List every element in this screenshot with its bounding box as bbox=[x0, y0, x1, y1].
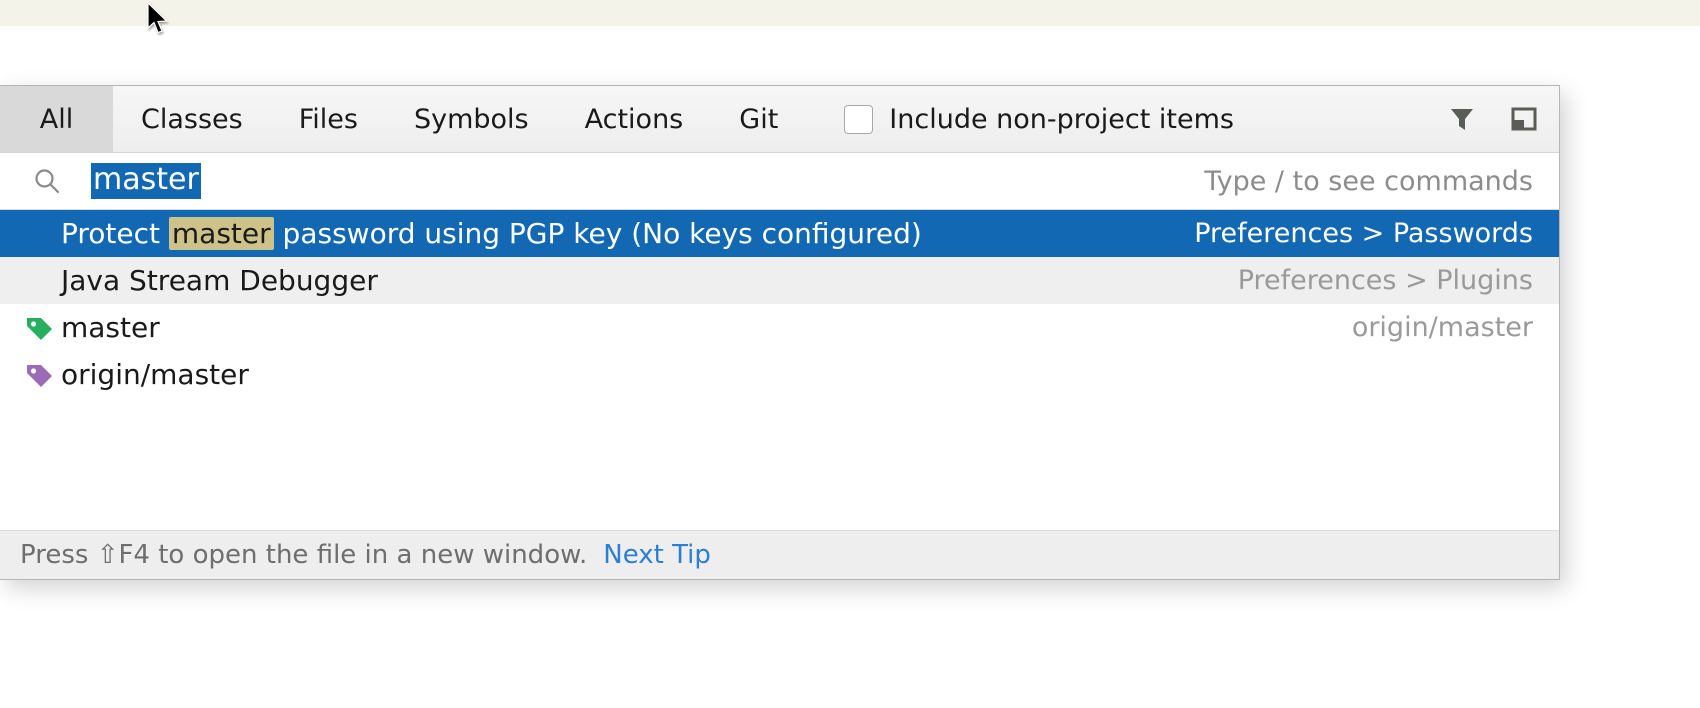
tab-classes[interactable]: Classes bbox=[113, 86, 271, 152]
result-row-3[interactable]: origin/master bbox=[0, 351, 1559, 398]
result-row-0-location: Preferences > Passwords bbox=[1194, 218, 1533, 249]
result-row-2-title-before: master bbox=[61, 311, 160, 344]
tab-git-label: Git bbox=[739, 104, 778, 135]
toolbar-icons bbox=[1445, 86, 1541, 152]
search-everywhere-window: All Classes Files Symbols Actions Git In… bbox=[0, 85, 1560, 580]
tab-all[interactable]: All bbox=[0, 86, 113, 152]
tab-actions[interactable]: Actions bbox=[557, 86, 712, 152]
branch-tag-purple-icon bbox=[17, 359, 61, 391]
result-row-3-title-before: origin/master bbox=[61, 358, 249, 391]
preview-panel-icon[interactable] bbox=[1507, 102, 1541, 136]
result-row-2-title: master bbox=[61, 311, 160, 344]
tab-symbols[interactable]: Symbols bbox=[386, 86, 557, 152]
filter-funnel-icon[interactable] bbox=[1445, 102, 1479, 136]
tab-git[interactable]: Git bbox=[711, 86, 806, 152]
include-non-project-items-checkbox-row[interactable]: Include non-project items bbox=[844, 86, 1234, 152]
tip-text: Press ⇧F4 to open the file in a new wind… bbox=[20, 540, 587, 570]
result-row-1-title-before: Java Stream Debugger bbox=[61, 264, 378, 297]
result-row-0-title-match: master bbox=[169, 217, 274, 250]
result-row-2[interactable]: master origin/master bbox=[0, 304, 1559, 351]
tab-all-label: All bbox=[40, 104, 73, 135]
result-row-2-location: origin/master bbox=[1352, 312, 1533, 343]
tab-files[interactable]: Files bbox=[271, 86, 386, 152]
results-list: Protect master password using PGP key (N… bbox=[0, 210, 1559, 533]
search-icon bbox=[32, 166, 62, 196]
result-row-0-title: Protect master password using PGP key (N… bbox=[61, 217, 922, 250]
search-commands-hint: Type / to see commands bbox=[1204, 166, 1533, 197]
include-non-project-items-checkbox[interactable] bbox=[844, 105, 873, 134]
result-row-1[interactable]: Java Stream Debugger Preferences > Plugi… bbox=[0, 257, 1559, 304]
result-row-0-title-after: password using PGP key (No keys configur… bbox=[274, 217, 922, 250]
result-row-1-location: Preferences > Plugins bbox=[1238, 265, 1533, 296]
next-tip-link[interactable]: Next Tip bbox=[603, 540, 711, 570]
branch-tag-green-icon bbox=[17, 312, 61, 344]
search-input[interactable]: master bbox=[91, 163, 201, 198]
tab-classes-label: Classes bbox=[141, 104, 243, 135]
desktop-background-strip bbox=[0, 0, 1700, 26]
tab-files-label: Files bbox=[299, 104, 358, 135]
tab-symbols-label: Symbols bbox=[414, 104, 529, 135]
result-row-0[interactable]: Protect master password using PGP key (N… bbox=[0, 210, 1559, 257]
screen-root: All Classes Files Symbols Actions Git In… bbox=[0, 0, 1700, 708]
search-row[interactable]: master Type / to see commands bbox=[0, 153, 1559, 210]
status-bar: Press ⇧F4 to open the file in a new wind… bbox=[0, 530, 1559, 579]
tab-bar: All Classes Files Symbols Actions Git In… bbox=[0, 86, 1559, 153]
result-row-3-title: origin/master bbox=[61, 358, 249, 391]
desktop-background-lower bbox=[0, 26, 1700, 85]
include-non-project-items-label: Include non-project items bbox=[889, 104, 1234, 135]
result-row-0-title-before: Protect bbox=[61, 217, 169, 250]
tab-actions-label: Actions bbox=[585, 104, 684, 135]
result-row-1-title: Java Stream Debugger bbox=[61, 264, 378, 297]
